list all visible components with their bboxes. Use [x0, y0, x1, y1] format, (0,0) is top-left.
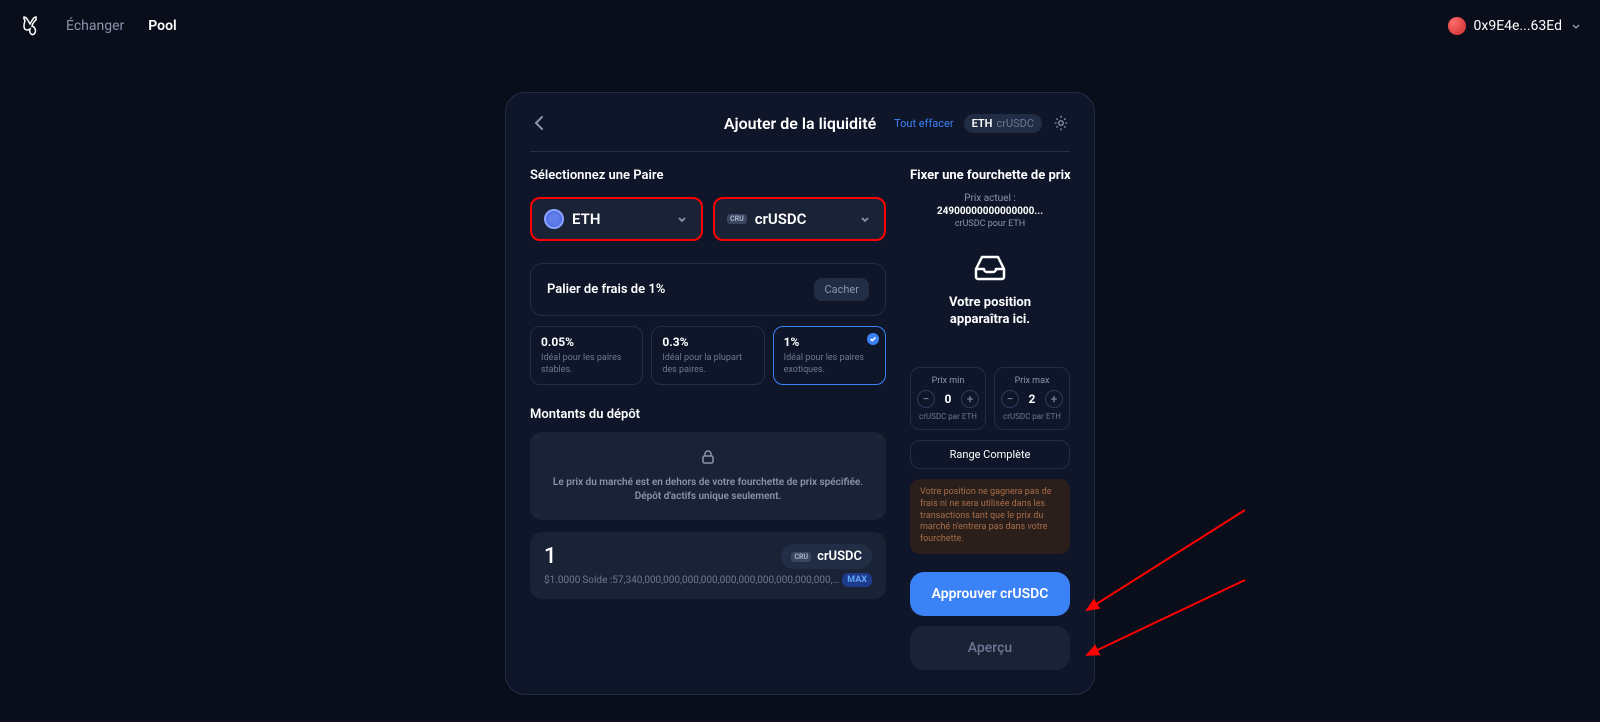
max-price-input[interactable]: 2 — [1025, 392, 1039, 406]
min-plus-button[interactable]: + — [961, 390, 979, 408]
empty-position-text: Votre position apparaîtra ici. — [910, 295, 1070, 329]
eth-icon — [544, 209, 564, 229]
range-title: Fixer une fourchette de prix — [910, 168, 1070, 183]
wallet-address: 0x9E4e...63Ed — [1474, 18, 1562, 34]
annotation-arrow-1 — [1075, 500, 1255, 620]
min-price-input[interactable]: 0 — [941, 392, 955, 406]
hide-fee-button[interactable]: Cacher — [814, 278, 869, 301]
balance-value: 57,340,000,000,000,000,000,000,000,000,0… — [612, 575, 840, 586]
back-button[interactable] — [530, 113, 550, 133]
fee-tier-title: Palier de frais de 1% — [547, 282, 665, 297]
chevron-down-icon — [858, 212, 872, 226]
fiat-value: $1.0000 — [544, 575, 580, 586]
token-b-select[interactable]: CRU crUSDC — [713, 197, 886, 241]
fee-tier-1[interactable]: 1% Idéal pour les paires exotiques. — [773, 326, 886, 385]
wallet-avatar-icon — [1448, 17, 1466, 35]
token-b-name: crUSDC — [755, 210, 807, 228]
fee-tier-box: Palier de frais de 1% Cacher — [530, 263, 886, 316]
lock-icon — [699, 448, 717, 466]
deposit-warning-text: Le prix du marché est en dehors de votre… — [546, 476, 870, 504]
max-price-box: Prix max − 2 + crUSDC par ETH — [994, 367, 1070, 431]
annotation-arrow-2 — [1075, 570, 1255, 670]
pair-chip: ETH crUSDC — [964, 114, 1042, 133]
full-range-button[interactable]: Range Complète — [910, 440, 1070, 469]
min-minus-button[interactable]: − — [917, 390, 935, 408]
main-nav: Échanger Pool — [66, 18, 177, 34]
tier-desc: Idéal pour les paires exotiques. — [784, 353, 875, 376]
fee-tier-03[interactable]: 0.3% Idéal pour la plupart des paires. — [651, 326, 764, 385]
check-icon — [867, 333, 879, 345]
amount-token-name: crUSDC — [817, 549, 862, 564]
app-logo — [18, 14, 42, 38]
nav-swap[interactable]: Échanger — [66, 18, 124, 34]
amount-token-chip[interactable]: CRU crUSDC — [781, 544, 872, 569]
crusdc-icon: CRU — [727, 214, 747, 224]
min-price-unit: crUSDC par ETH — [917, 412, 979, 422]
tier-pct: 1% — [784, 335, 875, 349]
current-price: Prix actuel : 24900000000000000... crUSD… — [910, 193, 1070, 229]
liquidity-card: Ajouter de la liquidité Tout effacer ETH… — [505, 92, 1095, 695]
deposit-warning: Le prix du marché est en dehors de votre… — [530, 432, 886, 520]
preview-button[interactable]: Aperçu — [910, 626, 1070, 670]
tier-pct: 0.3% — [662, 335, 753, 349]
deposit-label: Montants du dépôt — [530, 407, 886, 422]
app-header: Échanger Pool 0x9E4e...63Ed — [0, 0, 1600, 52]
amount-box: 1 CRU crUSDC $1.0000 Solde :57,340,000,0… — [530, 532, 886, 599]
tier-desc: Idéal pour les paires stables. — [541, 353, 632, 376]
balance-label: Solde : — [582, 575, 612, 586]
fee-tier-005[interactable]: 0.05% Idéal pour les paires stables. — [530, 326, 643, 385]
settings-icon[interactable] — [1052, 114, 1070, 132]
amount-input[interactable]: 1 — [544, 544, 557, 569]
max-button[interactable]: MAX — [842, 573, 872, 587]
pair-chip-a: ETH — [972, 117, 993, 130]
select-pair-label: Sélectionnez une Paire — [530, 168, 886, 183]
chevron-down-icon — [675, 212, 689, 226]
max-minus-button[interactable]: − — [1001, 390, 1019, 408]
clear-all-button[interactable]: Tout effacer — [894, 117, 953, 130]
nav-pool[interactable]: Pool — [148, 18, 176, 34]
chevron-down-icon — [1570, 20, 1582, 32]
max-price-label: Prix max — [1001, 376, 1063, 386]
current-price-value: 24900000000000000... — [910, 206, 1070, 217]
min-price-label: Prix min — [917, 376, 979, 386]
range-warning: Votre position ne gagnera pas de frais n… — [910, 479, 1070, 553]
inbox-icon — [910, 251, 1070, 285]
approve-button[interactable]: Approuver crUSDC — [910, 572, 1070, 616]
token-a-name: ETH — [572, 210, 600, 228]
wallet-button[interactable]: 0x9E4e...63Ed — [1448, 17, 1582, 35]
current-price-unit: crUSDC pour ETH — [910, 219, 1070, 229]
crusdc-icon: CRU — [791, 552, 811, 562]
pair-chip-b: crUSDC — [996, 117, 1034, 130]
max-plus-button[interactable]: + — [1045, 390, 1063, 408]
min-price-box: Prix min − 0 + crUSDC par ETH — [910, 367, 986, 431]
max-price-unit: crUSDC par ETH — [1001, 412, 1063, 422]
tier-pct: 0.05% — [541, 335, 632, 349]
token-a-select[interactable]: ETH — [530, 197, 703, 241]
tier-desc: Idéal pour la plupart des paires. — [662, 353, 753, 376]
current-price-label: Prix actuel : — [910, 193, 1070, 204]
card-title: Ajouter de la liquidité — [724, 114, 876, 133]
